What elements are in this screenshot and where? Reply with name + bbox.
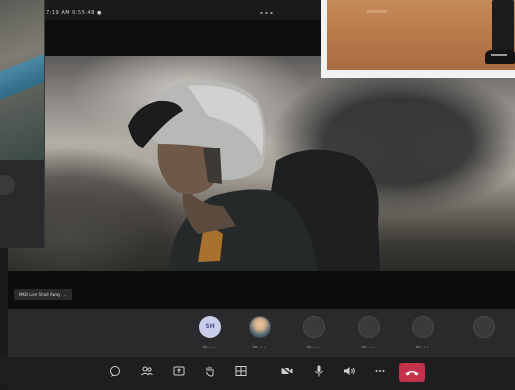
caption-strip (8, 271, 515, 309)
window-title: 7:19 AM 0:55:48 ● (46, 10, 102, 16)
avatar (249, 316, 271, 338)
participant-name: SH... • • (202, 345, 216, 349)
avatar (358, 316, 380, 338)
speaker-name-tag[interactable]: MKB Live Shad Away ⌄ (14, 289, 72, 300)
share-button[interactable] (170, 362, 188, 380)
more-button[interactable] (371, 362, 389, 380)
call-controls (0, 357, 515, 384)
chat-icon (110, 366, 120, 377)
raise-hand-button[interactable] (201, 362, 219, 380)
background-window-right[interactable] (321, 0, 515, 78)
speaker-button[interactable] (340, 362, 358, 380)
thumbnail-graphic (485, 50, 515, 64)
speaker-name: MKB Live Shad Away (19, 292, 61, 297)
chat-button[interactable] (106, 362, 124, 380)
participant-name: SH... • • (306, 345, 320, 349)
thumbnail-graphic (367, 10, 387, 13)
camera-button[interactable] (278, 362, 296, 380)
participant-tile[interactable]: SH... • • (237, 311, 281, 355)
avatar (303, 316, 325, 338)
avatar (473, 316, 495, 338)
raise-hand-icon (206, 366, 214, 377)
title-status: ▪ ▪ ▪ (260, 10, 274, 15)
window-thumbnail (327, 0, 515, 70)
speaker-video-frame (128, 80, 380, 271)
participant-name: SH... • • (415, 345, 429, 349)
hang-up-icon (405, 371, 419, 376)
participant-name: SH... • • (361, 345, 375, 349)
participant-tile[interactable]: SH SH... • • (187, 311, 231, 355)
participant-name: SH... • • (252, 345, 266, 349)
background-window-left[interactable] (0, 0, 45, 248)
people-button[interactable] (138, 362, 156, 380)
window-footer (0, 160, 44, 248)
thumbnail-graphic (491, 54, 507, 56)
main-video[interactable] (8, 56, 515, 271)
participant-tile[interactable]: SH... • • (346, 311, 390, 355)
participant-tile[interactable]: SH... • • (291, 311, 335, 355)
view-icon (235, 366, 247, 376)
more-icon (375, 370, 385, 372)
window-thumbnail (0, 0, 44, 160)
people-icon (141, 366, 153, 376)
share-icon (173, 366, 185, 376)
speaker-icon (344, 367, 355, 375)
mic-button[interactable] (310, 362, 328, 380)
participant-tile[interactable]: SH... • • (400, 311, 444, 355)
avatar: SH (199, 316, 221, 338)
camera-icon (280, 365, 294, 377)
participant-tile[interactable] (461, 311, 505, 355)
mic-icon (315, 365, 323, 377)
chevron-down-icon: ⌄ (63, 292, 67, 297)
view-button[interactable] (232, 362, 250, 380)
end-call-button[interactable] (399, 363, 425, 382)
avatar (412, 316, 434, 338)
thumbnail-graphic (0, 49, 44, 101)
